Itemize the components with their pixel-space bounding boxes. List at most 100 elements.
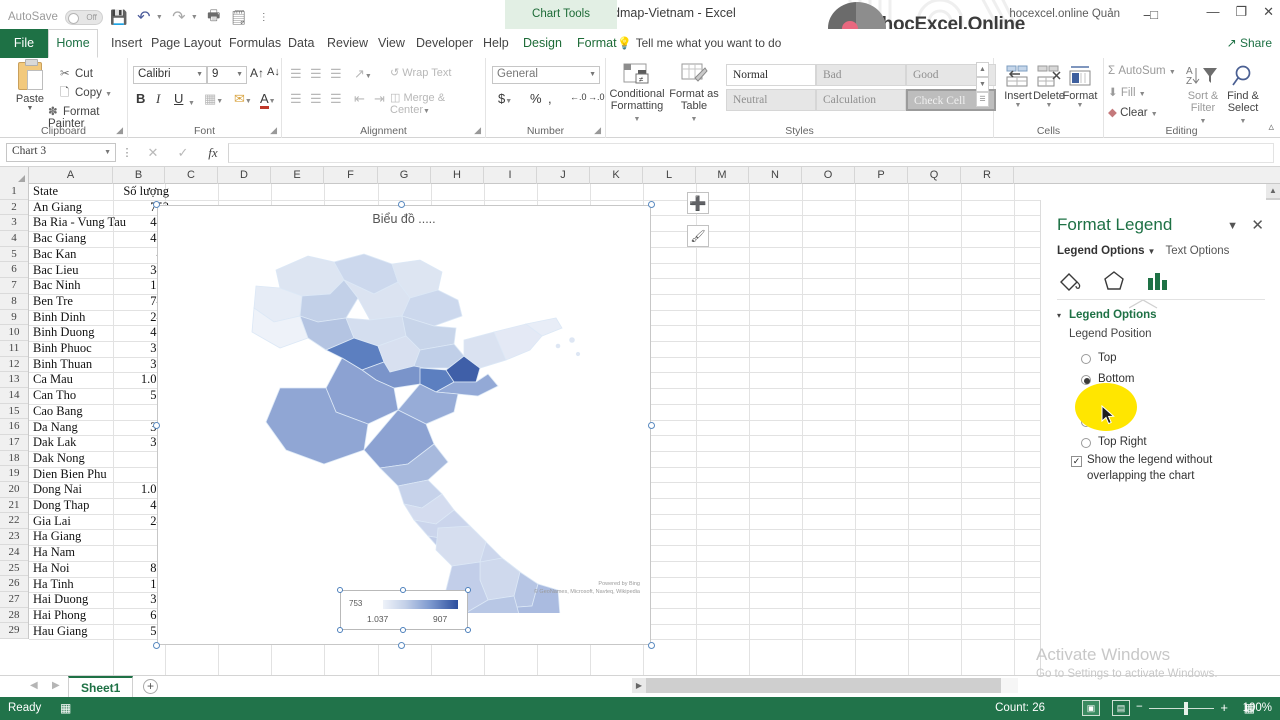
restore-icon[interactable]: ❐ [1235,4,1247,20]
collapse-ribbon-icon[interactable]: ▵ [1268,120,1274,133]
styles-scroll-up-icon[interactable]: ▲ [976,62,989,77]
font-family-input[interactable]: Calibri ▼ [133,66,207,84]
align-middle-icon[interactable]: ☰ [310,66,322,82]
styles-more-icon[interactable]: ☰ [976,92,989,107]
font-size-input[interactable]: 9 ▼ [207,66,247,84]
row-header-24[interactable]: 24 [0,545,28,561]
chart-handle-bl[interactable] [153,642,160,649]
chart-handle-mr[interactable] [648,422,655,429]
underline-button[interactable]: U [174,91,183,106]
zoom-slider[interactable]: − + [1136,700,1228,715]
insert-function-icon[interactable]: fx [198,145,228,161]
align-bottom-icon[interactable]: ☰ [330,66,342,82]
hscroll-thumb[interactable] [646,678,1001,693]
legend-handle-tl[interactable] [337,587,343,593]
column-header-a[interactable]: A [29,167,113,184]
chart-handle-ml[interactable] [153,422,160,429]
column-header-q[interactable]: Q [908,167,961,184]
pane-dropdown-icon[interactable]: ▼ [1227,220,1238,232]
zoom-thumb[interactable] [1184,702,1188,715]
row-header-11[interactable]: 11 [0,341,28,357]
chart-object[interactable]: Biểu đồ ..... Powered by Bing © GeoNames… [153,201,655,675]
conditional-formatting-button[interactable]: ≠ Conditional Formatting ▼ [608,62,666,124]
legend-handle-tr[interactable] [465,587,471,593]
sort-filter-button[interactable]: AZ Sort & Filter ▼ [1182,64,1224,126]
font-dialog-launcher[interactable]: ◢ [270,125,277,136]
alignment-dialog-launcher[interactable]: ◢ [474,125,481,136]
row-header-12[interactable]: 12 [0,357,28,373]
pane-close-icon[interactable]: ✕ [1251,216,1264,234]
row-header-9[interactable]: 9 [0,310,28,326]
column-header-p[interactable]: P [855,167,908,184]
hscroll-track[interactable] [646,678,1018,693]
legend-handle-bl[interactable] [337,627,343,633]
row-header-17[interactable]: 17 [0,435,28,451]
decrease-decimal-icon[interactable]: →.0 [588,92,605,102]
style-normal[interactable]: Normal [726,64,816,86]
align-top-icon[interactable]: ☰ [290,66,302,82]
name-box[interactable]: Chart 3 ▼ [6,143,116,162]
cell-a19[interactable]: Dien Bien Phu [33,467,107,483]
row-header-15[interactable]: 15 [0,404,28,420]
paste-button[interactable]: Paste ▼ [8,59,52,112]
chart-handle-tr[interactable] [648,201,655,208]
column-header-r[interactable]: R [961,167,1014,184]
legend-handle-br[interactable] [465,627,471,633]
cell-a9[interactable]: Binh Dinh [33,310,85,326]
name-box-expand-icon[interactable]: ⋮ [116,146,138,159]
chart-elements-button[interactable]: ➕ [687,192,709,214]
row-header-18[interactable]: 18 [0,451,28,467]
cell-a26[interactable]: Ha Tinh [33,577,74,593]
row-header-7[interactable]: 7 [0,278,28,294]
record-macro-icon[interactable]: ▦ [60,701,71,715]
zoom-out-icon[interactable]: − [1136,701,1143,713]
italic-button[interactable]: I [156,91,160,107]
close-icon[interactable]: ✕ [1263,4,1274,20]
cell-a5[interactable]: Bac Kan [33,247,76,263]
column-header-e[interactable]: E [271,167,324,184]
column-header-b[interactable]: B [113,167,165,184]
account-name[interactable]: hocexcel.online Quản [1009,8,1120,20]
cell-a8[interactable]: Ben Tre [33,294,73,310]
cell-a29[interactable]: Hau Giang [33,624,88,640]
legend-handle-tc[interactable] [400,587,406,593]
row-header-8[interactable]: 8 [0,294,28,310]
size-properties-icon[interactable] [1145,268,1173,297]
borders-icon[interactable]: ▦▼ [204,91,223,107]
comma-button[interactable]: , [548,91,552,106]
fill-color-icon[interactable]: ✉▼ [234,91,252,107]
cell-a16[interactable]: Da Nang [33,420,78,436]
align-right-icon[interactable]: ☰ [330,91,342,107]
chart-legend[interactable]: 753 1.037 907 [337,587,471,633]
chart-handle-tl[interactable] [153,201,160,208]
show-legend-no-overlap-checkbox[interactable]: ✓ Show the legend without overlapping th… [1071,453,1271,484]
cell-a3[interactable]: Ba Ria - Vung Tau [33,215,126,231]
column-header-l[interactable]: L [643,167,696,184]
pane-tab-text-options[interactable]: Text Options [1165,245,1229,257]
page-break-view-icon[interactable]: ▤ [1112,700,1130,716]
row-header-14[interactable]: 14 [0,388,28,404]
tell-me-box[interactable]: 💡 Tell me what you want to do [617,29,781,58]
row-header-22[interactable]: 22 [0,513,28,530]
row-header-25[interactable]: 25 [0,561,28,577]
column-header-c[interactable]: C [165,167,218,184]
column-header-f[interactable]: F [324,167,378,184]
number-format-select[interactable]: General ▼ [492,66,600,84]
cell-a24[interactable]: Ha Nam [33,545,75,561]
increase-indent-icon[interactable]: ⇥ [374,91,385,107]
cancel-entry-icon[interactable]: ✕ [138,145,168,161]
legend-handle-bc[interactable] [400,627,406,633]
scroll-up-icon[interactable]: ▲ [1266,184,1280,198]
cut-button[interactable]: ✂ Cut [60,66,93,80]
cell-a1[interactable]: State [33,184,58,200]
row-header-16[interactable]: 16 [0,419,28,435]
cell-a21[interactable]: Dong Thap [33,498,89,514]
currency-button[interactable]: $▼ [498,91,512,106]
zoom-in-icon[interactable]: + [1220,700,1228,715]
chart-handle-bc[interactable] [398,642,405,649]
clipboard-dialog-launcher[interactable]: ◢ [116,125,123,136]
cell-a11[interactable]: Binh Phuoc [33,341,92,357]
style-neutral[interactable]: Neutral [726,89,816,111]
row-header-5[interactable]: 5 [0,247,28,263]
layout-grid-icon[interactable]: ▦ [1244,701,1255,715]
